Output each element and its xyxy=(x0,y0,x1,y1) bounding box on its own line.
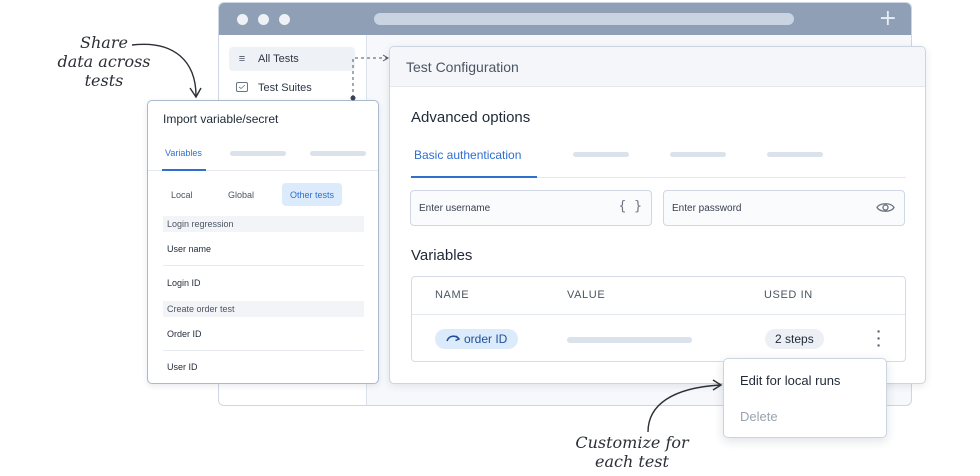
customize-arrow xyxy=(647,384,721,433)
annotation-arrows xyxy=(131,43,723,433)
connector-dot xyxy=(350,95,356,101)
dashed-connector xyxy=(352,57,388,98)
share-arrow xyxy=(131,43,197,97)
